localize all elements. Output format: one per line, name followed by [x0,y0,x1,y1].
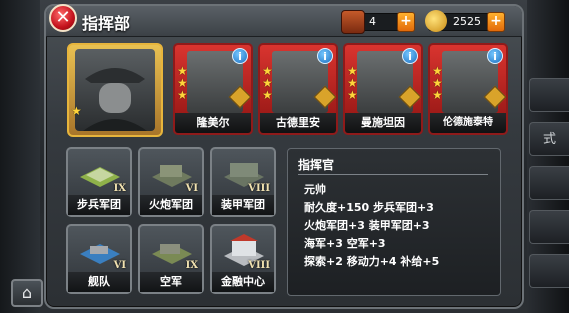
building-level: IX [185,260,198,271]
building-level: VIII [248,183,270,194]
building-infantry[interactable]: IX 步兵军团 [66,147,132,217]
star-icon: ★ [177,88,188,102]
home-button[interactable]: ⌂ [11,279,43,307]
building-level: VI [113,260,126,271]
commander-face [75,49,155,131]
general-card-manstein[interactable]: i ★ ★ ★ 曼施坦因 [343,43,423,135]
resource-ammo: 4 + [341,10,415,34]
star-icon: ★ [262,88,273,102]
gold-count: 2525 [453,15,481,28]
building-label: 装甲军团 [212,195,274,215]
general-card-guderian[interactable]: i ★ ★ ★ 古德里安 [258,43,338,135]
star-icon: ★ [432,88,443,102]
ammo-count: 4 [369,15,376,28]
building-label: 舰队 [68,272,130,292]
commander-silhouette-icon [83,68,147,131]
commander-description-panel: 指挥官 元帅 耐久度+150 步兵军团+3 火炮军团+3 装甲军团+3 海军+3… [287,148,501,296]
close-icon: ✕ [55,7,71,28]
close-button[interactable]: ✕ [49,4,77,32]
description-heading: 指挥官 [298,158,335,172]
building-level: VIII [248,260,270,271]
player-commander-portrait[interactable]: ★ [67,43,163,137]
side-tab-2[interactable]: 式 [529,122,569,156]
building-artillery[interactable]: VI 火炮军团 [138,147,204,217]
window-title: 指挥部 [82,14,131,33]
building-label: 金融中心 [212,272,274,292]
general-card-rommel[interactable]: i ★ ★ ★ 隆美尔 [173,43,253,135]
divider [298,174,488,175]
star-icon: ★ [347,88,358,102]
general-card-rundstedt[interactable]: i ★ ★ ★ 伦德施泰特 [428,43,508,135]
rank-stars: ★ ★ ★ [432,65,446,101]
building-label: 空军 [140,272,202,292]
add-gold-button[interactable]: + [487,12,505,32]
side-tab-3[interactable] [529,166,569,200]
description-line: 探索+2 移动力+4 补给+5 [304,255,440,268]
building-label: 步兵军团 [68,195,130,215]
add-ammo-button[interactable]: + [397,12,415,32]
building-level: VI [185,183,198,194]
general-name: 曼施坦因 [345,113,421,133]
building-label: 火炮军团 [140,195,202,215]
info-icon[interactable]: i [232,48,248,64]
info-icon[interactable]: i [317,48,333,64]
rank-star-icon: ★ [71,104,82,118]
ammo-crate-icon [341,10,365,34]
gold-medal-icon [425,10,447,32]
description-line: 海军+3 空军+3 [304,237,386,250]
home-icon: ⌂ [21,283,33,302]
description-line: 火炮军团+3 装甲军团+3 [304,219,430,232]
building-level: IX [113,183,126,194]
resource-gold: 2525 + [425,10,505,32]
info-icon[interactable]: i [487,48,503,64]
building-armor[interactable]: VIII 装甲军团 [210,147,276,217]
general-name: 伦德施泰特 [430,113,506,133]
general-name: 古德里安 [260,113,336,133]
side-tab-1[interactable] [529,78,569,112]
building-finance[interactable]: VIII 金融中心 [210,224,276,294]
rank-stars: ★ ★ ★ [177,65,191,101]
rank-stars: ★ ★ ★ [262,65,276,101]
rank-stars: ★ ★ ★ [347,65,361,101]
description-line: 耐久度+150 步兵军团+3 [304,201,434,214]
description-line-rank: 元帅 [304,183,326,196]
info-icon[interactable]: i [402,48,418,64]
building-fleet[interactable]: VI 舰队 [66,224,132,294]
building-airforce[interactable]: IX 空军 [138,224,204,294]
side-tab-5[interactable] [529,254,569,288]
side-tab-4[interactable] [529,210,569,244]
general-name: 隆美尔 [175,113,251,133]
